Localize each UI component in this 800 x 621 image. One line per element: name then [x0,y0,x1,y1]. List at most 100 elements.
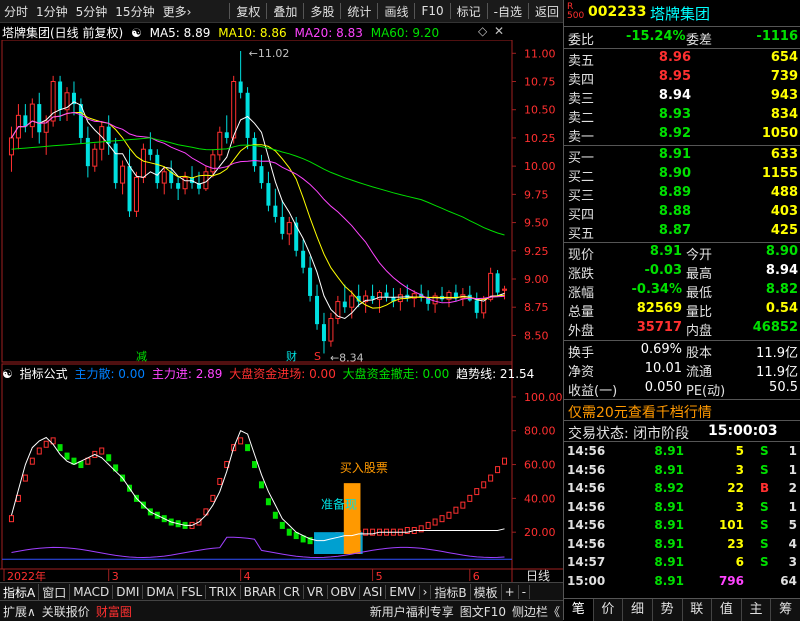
indicator-tab-11[interactable]: ASI [360,585,387,599]
stat-value: 8.82 [765,282,798,297]
status-bar: 扩展∧ 关联报价 财富圈 新用户福利专享 图文F10 侧边栏《 [0,600,563,621]
candle-body [127,166,132,212]
candle-body [377,292,383,300]
toolbar-button-4[interactable]: 画线 [380,3,412,20]
stat-value: 35717 [636,320,682,335]
y-tick-label: 60.00 [524,459,556,472]
indicator-bar [495,466,501,474]
toolbar-button-6[interactable]: 标记 [453,3,485,20]
toolbar-separator [449,3,451,19]
tick-volume: 23 [727,536,744,551]
low-price-label: ←8.34 [330,351,364,364]
ask-price: 8.93 [658,107,691,122]
close-icon[interactable]: ✕ [494,24,504,38]
toolbar-tab-0[interactable]: 分时 [0,3,32,20]
ask-label: 卖三 [568,92,595,107]
bid-row[interactable]: 买一 8.91 633 [564,147,800,166]
indicator-tab-4[interactable]: DMA [143,585,179,599]
candle-body [238,81,243,93]
stock-name: 塔牌集团 [650,5,711,23]
indicator-tab-7[interactable]: BRAR [241,585,281,599]
status-right-0[interactable]: 新用户福利专享 [367,603,457,620]
fund-row: 换手 0.69% 股本 11.9亿 [564,342,800,361]
indicator-bar [265,498,271,506]
status-left-0[interactable]: 扩展∧ [0,603,39,620]
bid-row[interactable]: 买三 8.89 488 [564,185,800,204]
detail-tab-1[interactable]: 价 [594,599,624,621]
ask-row[interactable]: 卖三 8.94 943 [564,88,800,107]
bid-row[interactable]: 买二 8.90 1155 [564,166,800,185]
candle-body [301,250,306,268]
stat-label: 总量 [568,305,595,320]
toolbar-button-7[interactable]: -自选 [490,3,526,20]
indicator-tab-5[interactable]: FSL [178,585,207,599]
candle-body [273,205,278,217]
indicator-tab-15[interactable]: 模板 [471,583,502,601]
toolbar-tab-4[interactable]: 更多› [159,3,196,20]
indicator-title-bar: ☯ 指标公式 主力散: 0.00 主力进: 2.89 大盘资金进场: 0.00 … [2,365,537,381]
chart-settings-icon[interactable]: ◇ [478,24,487,38]
kline-chart[interactable]: 8.50 8.75 9.00 9.25 9.50 9.75 10.00 10.25 10.50 1… [0,40,563,582]
detail-tab-7[interactable]: 筹 [771,599,800,621]
detail-tab-4[interactable]: 联 [683,599,713,621]
indicator-tab-6[interactable]: TRIX [206,585,241,599]
bid-row[interactable]: 买五 8.87 425 [564,223,800,242]
detail-tab-5[interactable]: 值 [712,599,742,621]
main-line [11,536,505,559]
candle-body [446,292,452,300]
stat-label: 涨幅 [568,286,595,301]
toolbar-tab-3[interactable]: 15分钟 [111,3,158,20]
indicator-tab-0[interactable]: 指标A [0,583,40,601]
detail-tab-6[interactable]: 主 [742,599,772,621]
tick-price: 8.91 [654,462,684,477]
indicator-tab-3[interactable]: DMI [113,585,144,599]
detail-tab-0[interactable]: 笔 [564,599,594,621]
buy-block [343,483,361,554]
y-tick-label: 9.75 [524,188,549,201]
indicator-tab-2[interactable]: MACD [70,585,114,599]
indicator-tab-9[interactable]: VR [304,585,328,599]
indicator-tab-13[interactable]: › [420,585,432,599]
detail-tab-2[interactable]: 细 [623,599,653,621]
stat-value: 0.54 [765,301,798,316]
toolbar-button-3[interactable]: 统计 [343,3,375,20]
toolbar-button-8[interactable]: 返回 [531,3,563,20]
indicator-tab-10[interactable]: OBV [328,585,361,599]
indicator-tab-1[interactable]: 窗口 [39,583,71,601]
indicator-tab-8[interactable]: CR [280,585,304,599]
detail-tab-3[interactable]: 势 [653,599,683,621]
toolbar-button-1[interactable]: 叠加 [269,3,301,20]
ask-row[interactable]: 卖五 8.96 654 [564,50,800,69]
status-left-2[interactable]: 财富圈 [93,603,135,620]
indicator-formula-label[interactable]: 指标公式 [20,367,68,381]
period-label[interactable]: 日线 [526,569,550,582]
buy-label: 买入股票 [340,461,388,475]
indicator-tab-16[interactable]: + [502,585,519,599]
indicator-settings-icon[interactable]: ☯ [2,367,13,381]
status-right-2[interactable]: 侧边栏《 [509,603,563,620]
ma-settings-icon[interactable]: ☯ [131,26,142,40]
status-right-1[interactable]: 图文F10 [457,603,509,620]
chart-toolbar: 分时 1分钟 5分钟 15分钟 更多› 复权 叠加 多股 统计 画线 F10 标记 -自选 返回 [0,0,563,23]
status-left-1[interactable]: 关联报价 [39,603,93,620]
kline-title-bar: 塔牌集团(日线 前复权) ☯ MA5: 8.89 MA10: 8.86 MA20… [2,24,443,40]
bid-row[interactable]: 买四 8.88 403 [564,204,800,223]
promo-link[interactable]: 仅需20元查看千档行情 [568,402,712,422]
ask-row[interactable]: 卖二 8.93 834 [564,107,800,126]
y-tick-label: 10.75 [524,76,556,89]
ask-volume: 654 [770,50,798,65]
toolbar-tab-1[interactable]: 1分钟 [32,3,72,20]
toolbar-tab-2[interactable]: 5分钟 [72,3,112,20]
ask-row[interactable]: 卖一 8.92 1050 [564,126,800,145]
indicator-tab-12[interactable]: EMV [386,585,420,599]
toolbar-button-5[interactable]: F10 [417,4,447,18]
bid-label: 买二 [568,170,595,185]
ask-row[interactable]: 卖四 8.95 739 [564,69,800,88]
tick-volume: 796 [718,573,744,588]
toolbar-button-2[interactable]: 多股 [306,3,338,20]
fund-value: 10.01 [644,361,682,376]
indicator-tab-14[interactable]: 指标B [431,583,471,601]
indicator-tab-17[interactable]: - [519,585,531,599]
stat-value: -0.03 [644,263,682,278]
toolbar-button-0[interactable]: 复权 [232,3,264,20]
